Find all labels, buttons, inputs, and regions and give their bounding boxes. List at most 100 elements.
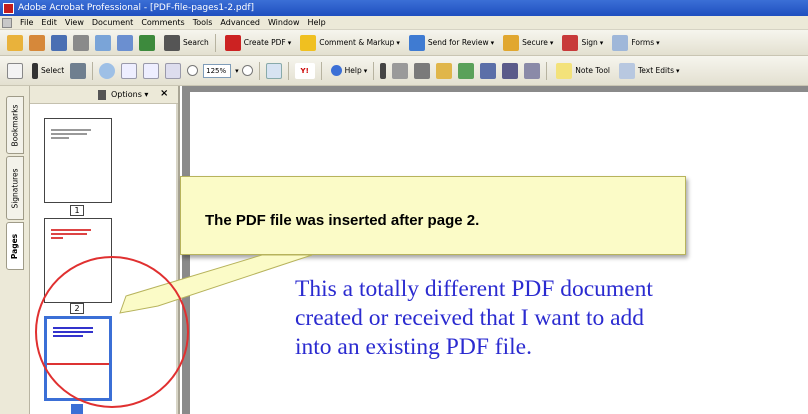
navigation-tabs: Bookmarks Signatures Pages (0, 86, 30, 414)
thumb-text-line (51, 129, 91, 131)
note-icon (556, 62, 573, 79)
chevron-down-icon: ▾ (490, 38, 495, 47)
text-cursor-icon (32, 62, 38, 79)
help-button[interactable]: Help ▾ (328, 65, 368, 76)
chevron-down-icon: ▾ (363, 66, 368, 75)
sign-button[interactable]: Sign ▾ (559, 34, 603, 51)
lock-icon (503, 34, 520, 51)
link-icon[interactable] (436, 62, 453, 79)
tab-pages[interactable]: Pages (6, 222, 24, 270)
email-icon[interactable] (95, 34, 111, 51)
text-field-icon[interactable] (524, 62, 541, 79)
menu-tools[interactable]: Tools (189, 18, 217, 27)
rotate-icon[interactable] (265, 62, 282, 79)
main-toolbar: Search Create PDF ▾ Comment & Markup ▾ Sen… (0, 30, 808, 56)
secure-button[interactable]: Secure ▾ (500, 34, 553, 51)
chevron-down-icon: ▾ (287, 38, 292, 47)
print-icon[interactable] (73, 34, 89, 51)
actual-size-icon[interactable] (121, 62, 138, 79)
thumb-text-line (51, 237, 63, 239)
thumb-text-line (51, 229, 91, 231)
create-pdf-button[interactable]: Create PDF ▾ (222, 34, 292, 51)
article-icon[interactable] (458, 62, 475, 79)
cursor-icon[interactable] (380, 62, 387, 79)
menu-help[interactable]: Help (303, 18, 329, 27)
thumb-text-line (53, 327, 93, 329)
yahoo-icon[interactable]: Y! (294, 62, 315, 79)
toolbar-separator (546, 61, 548, 80)
attach-icon[interactable] (117, 34, 133, 51)
menu-document[interactable]: Document (88, 18, 137, 27)
stamp-icon[interactable] (480, 62, 497, 79)
binoculars-icon (164, 34, 180, 51)
note-tool-button[interactable]: Note Tool (553, 62, 610, 79)
toolbar-separator (258, 61, 260, 80)
chevron-down-icon[interactable]: ▾ (235, 67, 239, 75)
menu-file[interactable]: File (16, 18, 37, 27)
save-icon[interactable] (51, 34, 67, 51)
document-line-3: into an existing PDF file. (295, 334, 532, 360)
tab-bookmarks[interactable]: Bookmarks (6, 96, 24, 154)
menu-advanced[interactable]: Advanced (216, 18, 264, 27)
fit-width-icon[interactable] (165, 62, 182, 79)
menu-view[interactable]: View (61, 18, 88, 27)
select-tool-button[interactable]: Select (29, 62, 64, 79)
thumb-text-line (51, 233, 87, 235)
menu-comments[interactable]: Comments (137, 18, 188, 27)
organizer-icon[interactable] (29, 34, 45, 51)
web-capture-icon[interactable] (139, 34, 155, 51)
chevron-down-icon: ▾ (396, 38, 400, 47)
page-number-label: 2 (70, 303, 84, 314)
page-thumbnail-3-selected[interactable] (44, 316, 112, 401)
zoom-level-input[interactable]: 125% (203, 63, 232, 78)
thumb-text-line (51, 137, 69, 139)
pen-icon (562, 34, 579, 51)
send-for-review-button[interactable]: Send for Review ▾ (406, 34, 495, 51)
document-menu-icon[interactable] (2, 17, 12, 28)
zoom-in-icon[interactable] (99, 62, 116, 79)
zoom-out-icon[interactable] (187, 65, 199, 76)
text-edits-icon (619, 62, 635, 79)
text-edits-button[interactable]: Text Edits ▾ (616, 62, 680, 79)
forms-icon (612, 34, 629, 51)
close-panel-button[interactable]: × (160, 88, 168, 99)
thumb-divider-line (47, 363, 109, 365)
menu-window[interactable]: Window (264, 18, 304, 27)
pages-panel: Options ▾ × 1 2 (30, 86, 180, 414)
crop-icon[interactable] (414, 62, 431, 79)
window-title: Adobe Acrobat Professional - [PDF-file-p… (18, 3, 255, 13)
tools-toolbar: Select 125% ▾ Y! Help ▾ Note Tool Text Ed… (0, 56, 808, 86)
acrobat-app-icon (3, 2, 14, 14)
document-text: This a totally different PDF document cr… (295, 275, 808, 362)
options-menu-button[interactable]: Options ▾ (111, 90, 148, 99)
page-thumbnail-1[interactable] (44, 118, 112, 203)
open-folder-icon[interactable] (7, 34, 23, 51)
forms-button[interactable]: Forms ▾ (609, 34, 660, 51)
attach-file-icon[interactable] (502, 62, 519, 79)
comment-markup-button[interactable]: Comment & Markup ▾ (297, 34, 400, 51)
toolbar-separator (320, 61, 322, 80)
chevron-down-icon: ▾ (656, 38, 660, 47)
trash-icon[interactable] (98, 90, 106, 100)
panel-scrollbar[interactable] (176, 104, 178, 414)
create-pdf-icon (224, 34, 241, 51)
page-thumbnail-2[interactable] (44, 218, 112, 303)
menu-edit[interactable]: Edit (37, 18, 61, 27)
callout-text: The PDF file was inserted after page 2. (205, 212, 480, 229)
hand-tool-icon[interactable] (7, 62, 23, 79)
toolbar-separator (214, 33, 216, 52)
review-icon (408, 34, 425, 51)
toolbar-separator (287, 61, 289, 80)
search-button[interactable]: Search (161, 34, 209, 51)
document-line-2: created or received that I want to add (295, 305, 645, 331)
zoom-in-circle-icon[interactable] (241, 65, 253, 76)
fit-page-icon[interactable] (143, 62, 160, 79)
toolbar-separator (373, 61, 375, 80)
help-icon (330, 65, 342, 76)
tab-signatures[interactable]: Signatures (6, 156, 24, 220)
snapshot-icon[interactable] (70, 62, 87, 79)
touchup-icon[interactable] (392, 62, 409, 79)
pages-panel-header: Options ▾ × (30, 86, 178, 104)
document-line-1: This a totally different PDF document (295, 276, 653, 302)
thumb-text-line (51, 133, 87, 135)
